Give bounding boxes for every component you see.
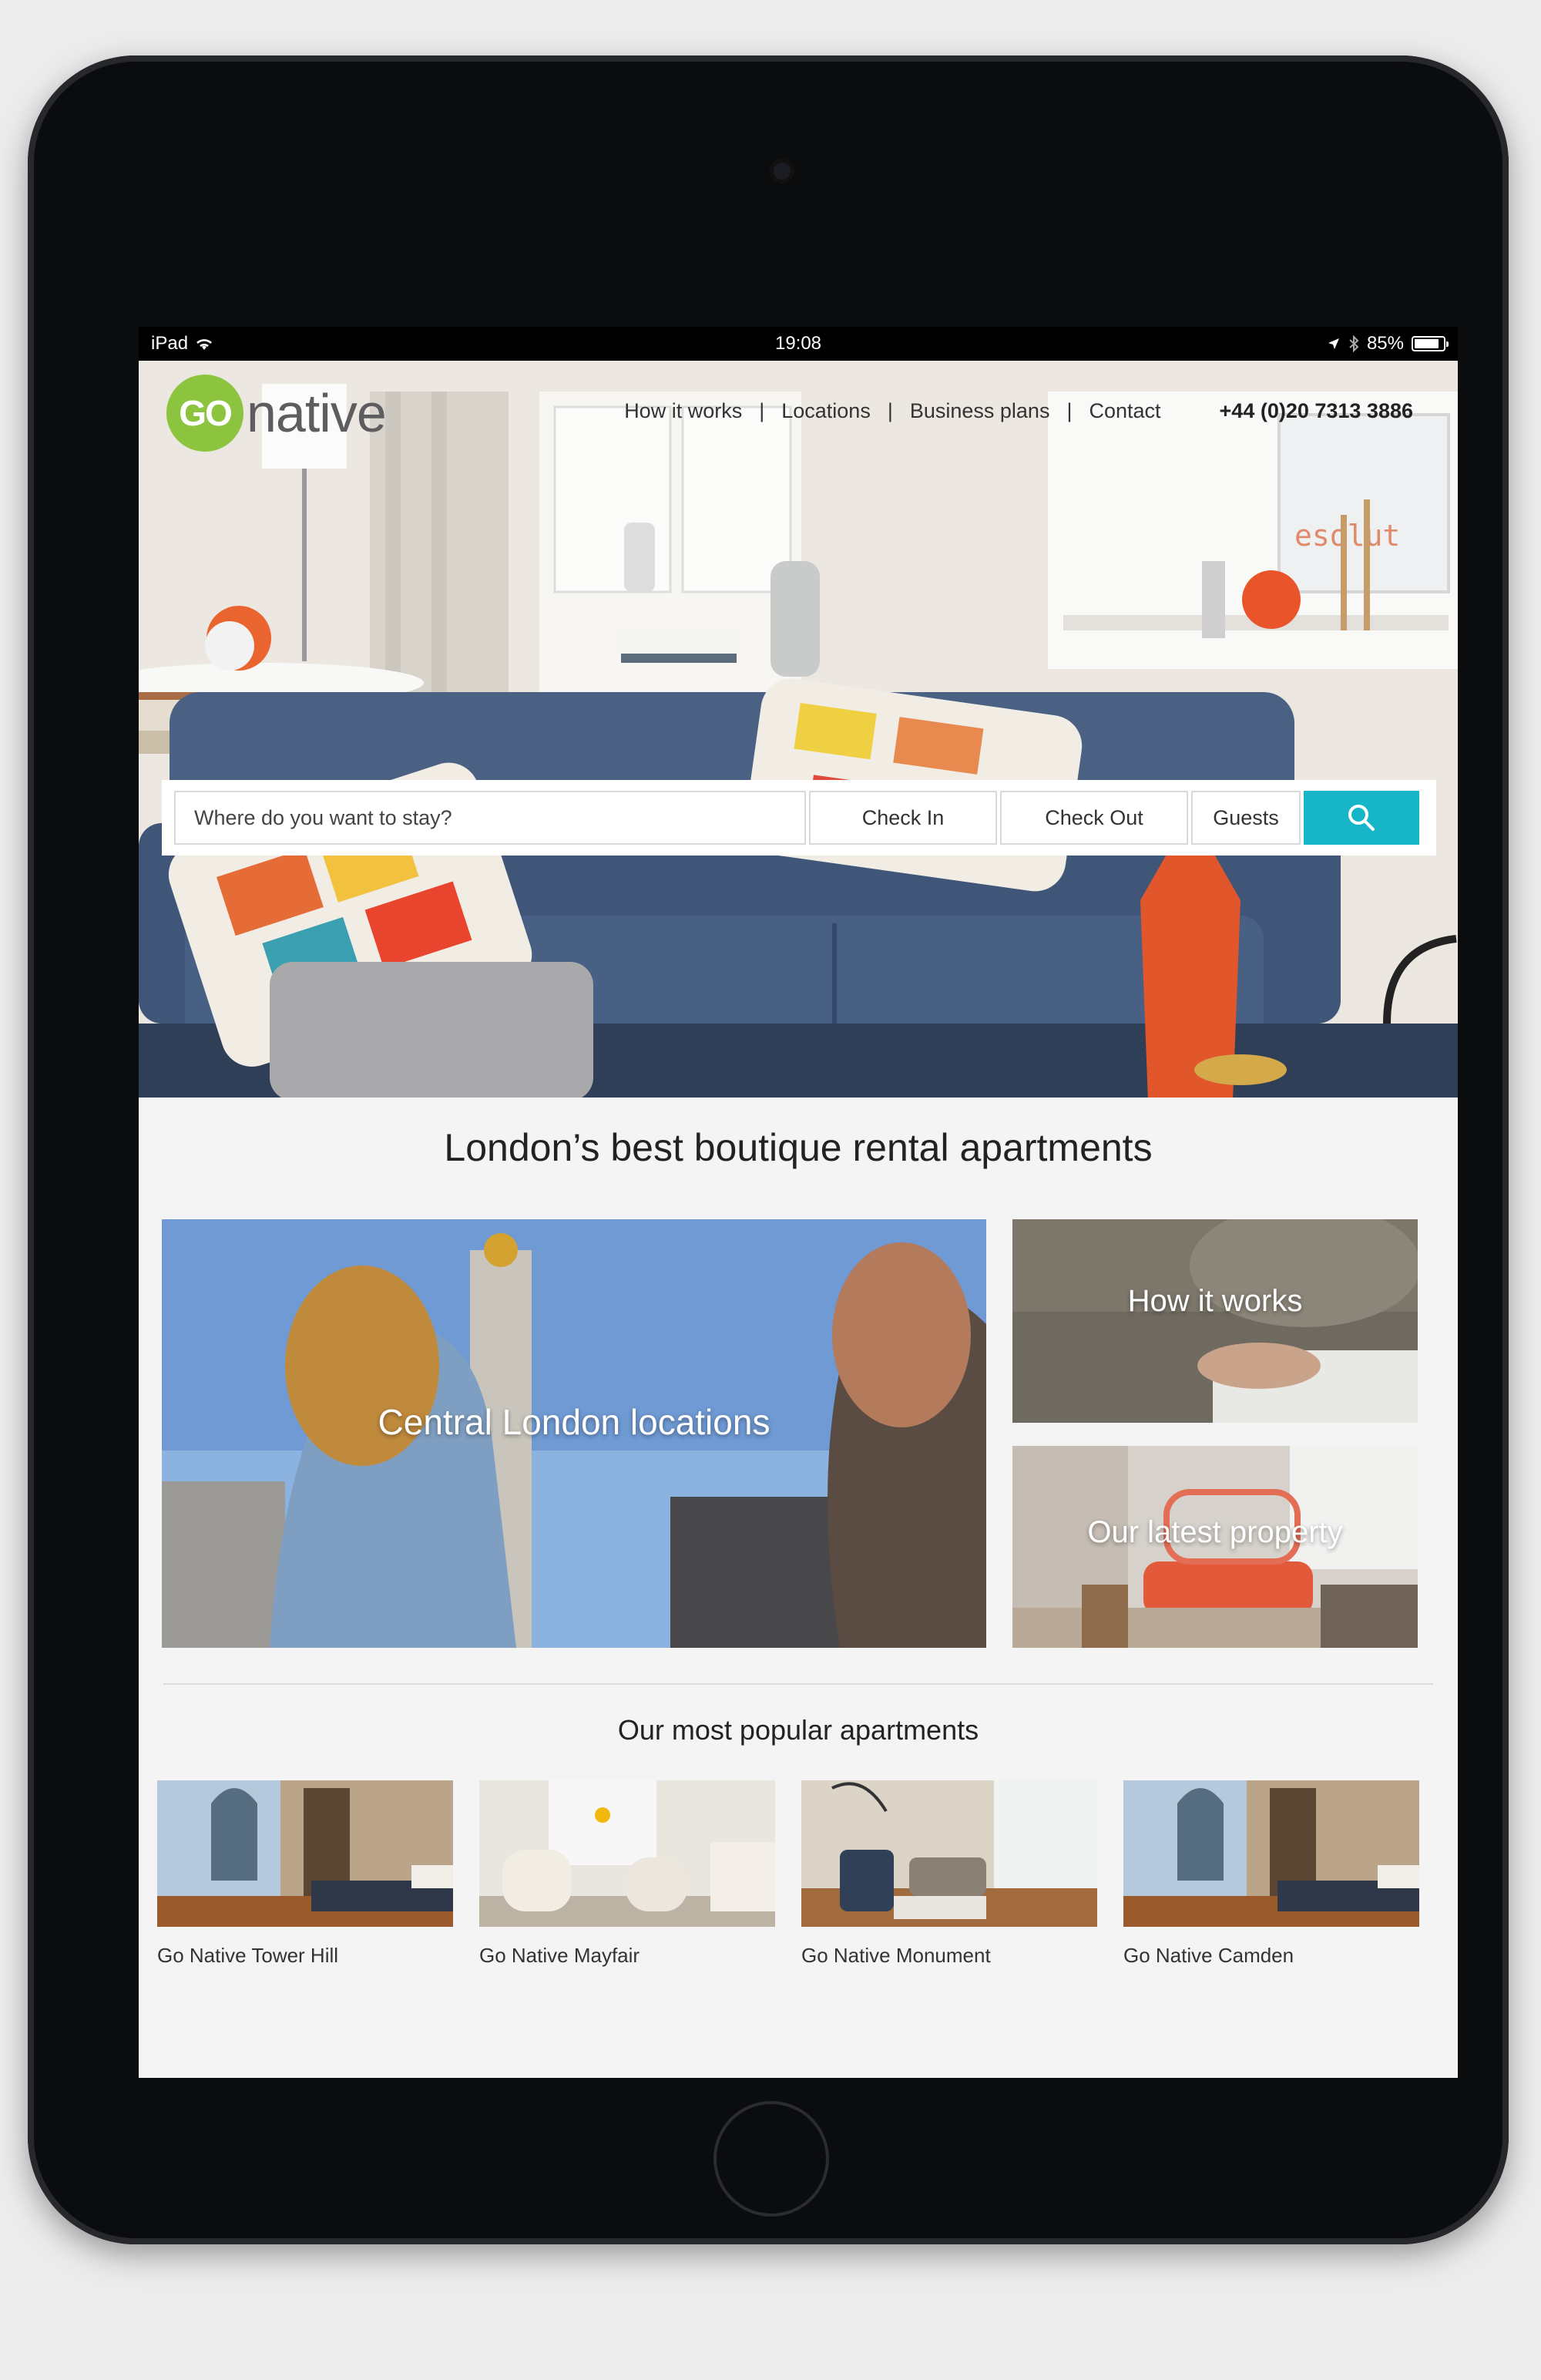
nav-separator: |	[1066, 399, 1073, 422]
tile-our-latest-property[interactable]: Our latest property	[1012, 1446, 1418, 1648]
nav-business-plans[interactable]: Business plans	[910, 399, 1050, 423]
guests-field[interactable]: Guests	[1191, 791, 1301, 845]
apartment-thumbnail	[801, 1780, 1097, 1927]
tile-label: Central London locations	[378, 1402, 770, 1442]
apartment-thumbnail	[479, 1780, 775, 1927]
search-icon	[1348, 805, 1375, 831]
hero-banner: esolut GO native How it works | Location…	[139, 361, 1458, 1098]
apartment-name[interactable]: Go Native Tower Hill	[157, 1944, 453, 1968]
tile-label: Our latest property	[1087, 1515, 1343, 1549]
screen: iPad 19:08 85% esolut GO native How it w…	[139, 327, 1458, 2078]
brand-logo[interactable]: GO native	[166, 375, 387, 452]
apartment-card[interactable]: Go Native Camden	[1123, 1780, 1419, 1968]
apartment-card[interactable]: Go Native Mayfair	[479, 1780, 775, 1968]
apartment-card[interactable]: Go Native Tower Hill	[157, 1780, 453, 1968]
check-out-field[interactable]: Check Out	[1000, 791, 1188, 845]
status-bar: iPad 19:08 85%	[139, 327, 1458, 361]
tile-photo	[1012, 1219, 1418, 1423]
apartment-thumbnail	[157, 1780, 453, 1927]
home-button[interactable]	[713, 2101, 829, 2217]
check-in-field[interactable]: Check In	[809, 791, 997, 845]
apartment-card[interactable]: Go Native Monument	[801, 1780, 1097, 1968]
section-divider	[163, 1683, 1433, 1685]
window-sign: esolut	[1294, 519, 1400, 553]
apartment-name[interactable]: Go Native Mayfair	[479, 1944, 775, 1968]
phone-number[interactable]: +44 (0)20 7313 3886	[1220, 399, 1413, 423]
apartment-thumbnail	[1123, 1780, 1419, 1927]
tile-how-it-works[interactable]: How it works	[1012, 1219, 1418, 1423]
location-arrow-icon	[1328, 338, 1339, 349]
search-button[interactable]	[1304, 791, 1419, 845]
tile-label: How it works	[1127, 1284, 1303, 1318]
nav-how-it-works[interactable]: How it works	[624, 399, 742, 423]
nav-contact[interactable]: Contact	[1089, 399, 1160, 423]
front-camera	[770, 159, 794, 183]
bluetooth-icon	[1349, 335, 1359, 352]
popular-apartments-title: Our most popular apartments	[617, 1714, 979, 1746]
apartment-name[interactable]: Go Native Monument	[801, 1944, 1097, 1968]
battery-percent: 85%	[1366, 333, 1404, 354]
tile-central-london-locations[interactable]: Central London locations	[162, 1219, 986, 1648]
destination-input[interactable]: Where do you want to stay?	[174, 791, 806, 845]
nav-separator: |	[887, 399, 893, 422]
logo-wordmark: native	[247, 383, 387, 443]
ipad-frame: iPad 19:08 85% esolut GO native How it w…	[28, 55, 1509, 2244]
search-bar: Where do you want to stay? Check In Chec…	[162, 780, 1436, 856]
apartment-name[interactable]: Go Native Camden	[1123, 1944, 1419, 1968]
top-navigation: How it works | Locations | Business plan…	[624, 399, 1413, 423]
battery-icon	[1412, 336, 1449, 351]
hero-photo: esolut	[139, 361, 1458, 1098]
nav-separator: |	[759, 399, 765, 422]
nav-locations[interactable]: Locations	[781, 399, 871, 423]
status-time: 19:08	[774, 333, 822, 354]
page-headline: London’s best boutique rental apartments	[444, 1126, 1153, 1169]
logo-go-mark: GO	[166, 375, 243, 452]
